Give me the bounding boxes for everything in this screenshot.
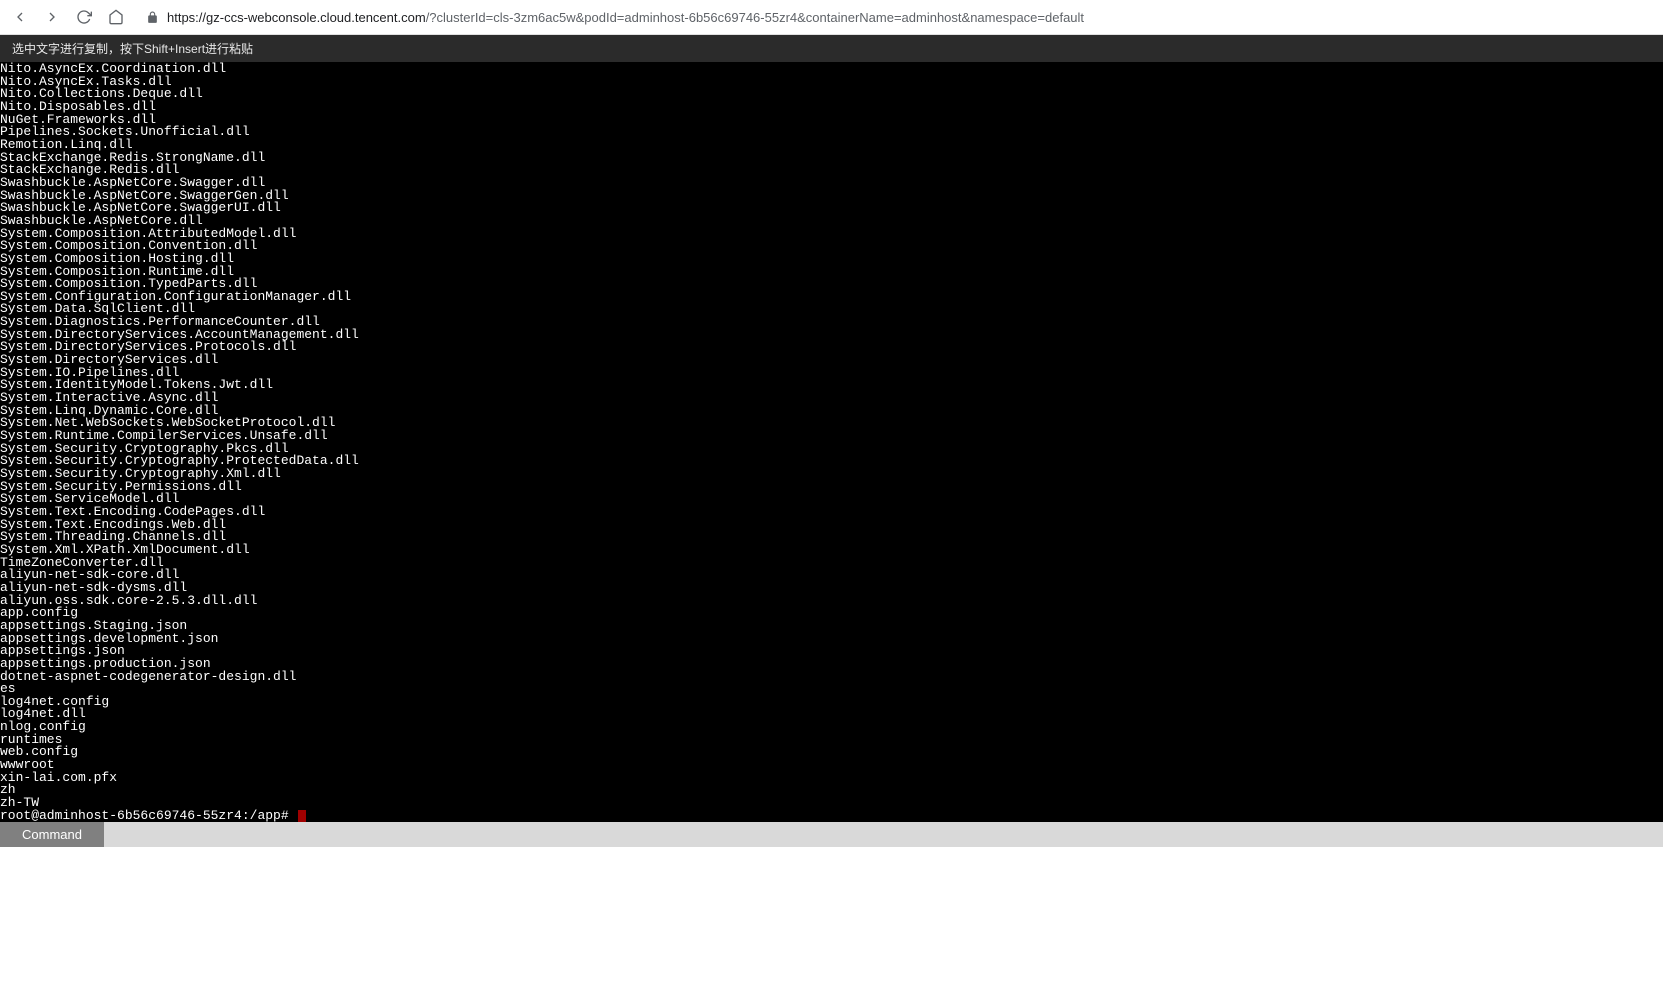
terminal-line: System.Configuration.ConfigurationManage… <box>0 291 1663 304</box>
instruction-text: 选中文字进行复制，按下Shift+Insert进行粘贴 <box>12 40 253 57</box>
terminal-line: System.Text.Encoding.CodePages.dll <box>0 506 1663 519</box>
terminal-line: log4net.dll <box>0 708 1663 721</box>
terminal-line: es <box>0 683 1663 696</box>
terminal-line: System.DirectoryServices.Protocols.dll <box>0 341 1663 354</box>
terminal-line: Pipelines.Sockets.Unofficial.dll <box>0 126 1663 139</box>
back-button[interactable] <box>8 5 32 29</box>
command-tab-label: Command <box>22 827 82 842</box>
reload-button[interactable] <box>72 5 96 29</box>
terminal-line: System.DirectoryServices.dll <box>0 354 1663 367</box>
url-text: https://gz-ccs-webconsole.cloud.tencent.… <box>167 10 1084 25</box>
browser-toolbar: https://gz-ccs-webconsole.cloud.tencent.… <box>0 0 1663 35</box>
lock-icon <box>146 11 159 24</box>
terminal-line: zh <box>0 784 1663 797</box>
terminal-line: Swashbuckle.AspNetCore.SwaggerUI.dll <box>0 202 1663 215</box>
forward-button[interactable] <box>40 5 64 29</box>
terminal-line: Nito.Disposables.dll <box>0 101 1663 114</box>
terminal-line: StackExchange.Redis.StrongName.dll <box>0 152 1663 165</box>
terminal-line: Nito.AsyncEx.Coordination.dll <box>0 63 1663 76</box>
cursor-block <box>298 810 306 822</box>
terminal-line: dotnet-aspnet-codegenerator-design.dll <box>0 671 1663 684</box>
terminal-line: System.Security.Permissions.dll <box>0 481 1663 494</box>
terminal-line: System.Composition.Convention.dll <box>0 240 1663 253</box>
prompt-text: root@adminhost-6b56c69746-55zr4:/app# <box>0 810 296 822</box>
terminal-line: System.Text.Encodings.Web.dll <box>0 519 1663 532</box>
address-bar[interactable]: https://gz-ccs-webconsole.cloud.tencent.… <box>136 3 1655 31</box>
terminal-line: System.Composition.Hosting.dll <box>0 253 1663 266</box>
terminal-line: Nito.Collections.Deque.dll <box>0 88 1663 101</box>
terminal-line: System.Interactive.Async.dll <box>0 392 1663 405</box>
terminal-line: appsettings.development.json <box>0 633 1663 646</box>
terminal-line: aliyun-net-sdk-core.dll <box>0 569 1663 582</box>
terminal-line: nlog.config <box>0 721 1663 734</box>
terminal-line: System.IdentityModel.Tokens.Jwt.dll <box>0 379 1663 392</box>
terminal-line: aliyun.oss.sdk.core-2.5.3.dll.dll <box>0 595 1663 608</box>
terminal-line: web.config <box>0 746 1663 759</box>
terminal-line: TimeZoneConverter.dll <box>0 557 1663 570</box>
terminal-line: System.Xml.XPath.XmlDocument.dll <box>0 544 1663 557</box>
terminal-output[interactable]: Nito.AsyncEx.Coordination.dllNito.AsyncE… <box>0 62 1663 822</box>
terminal-line: runtimes <box>0 734 1663 747</box>
page-bottom-gap <box>0 847 1663 1006</box>
footer-bar: Command <box>0 822 1663 847</box>
terminal-prompt[interactable]: root@adminhost-6b56c69746-55zr4:/app# <box>0 810 1663 822</box>
terminal-line: wwwroot <box>0 759 1663 772</box>
terminal-line: app.config <box>0 607 1663 620</box>
footer-space <box>104 822 1663 847</box>
command-tab[interactable]: Command <box>0 822 104 847</box>
terminal-line: Nito.AsyncEx.Tasks.dll <box>0 76 1663 89</box>
terminal-line: appsettings.json <box>0 645 1663 658</box>
instruction-bar: 选中文字进行复制，按下Shift+Insert进行粘贴 <box>0 35 1663 62</box>
terminal-line: appsettings.Staging.json <box>0 620 1663 633</box>
terminal-line: log4net.config <box>0 696 1663 709</box>
home-button[interactable] <box>104 5 128 29</box>
terminal-line: System.Security.Cryptography.Xml.dll <box>0 468 1663 481</box>
terminal-line: xin-lai.com.pfx <box>0 772 1663 785</box>
